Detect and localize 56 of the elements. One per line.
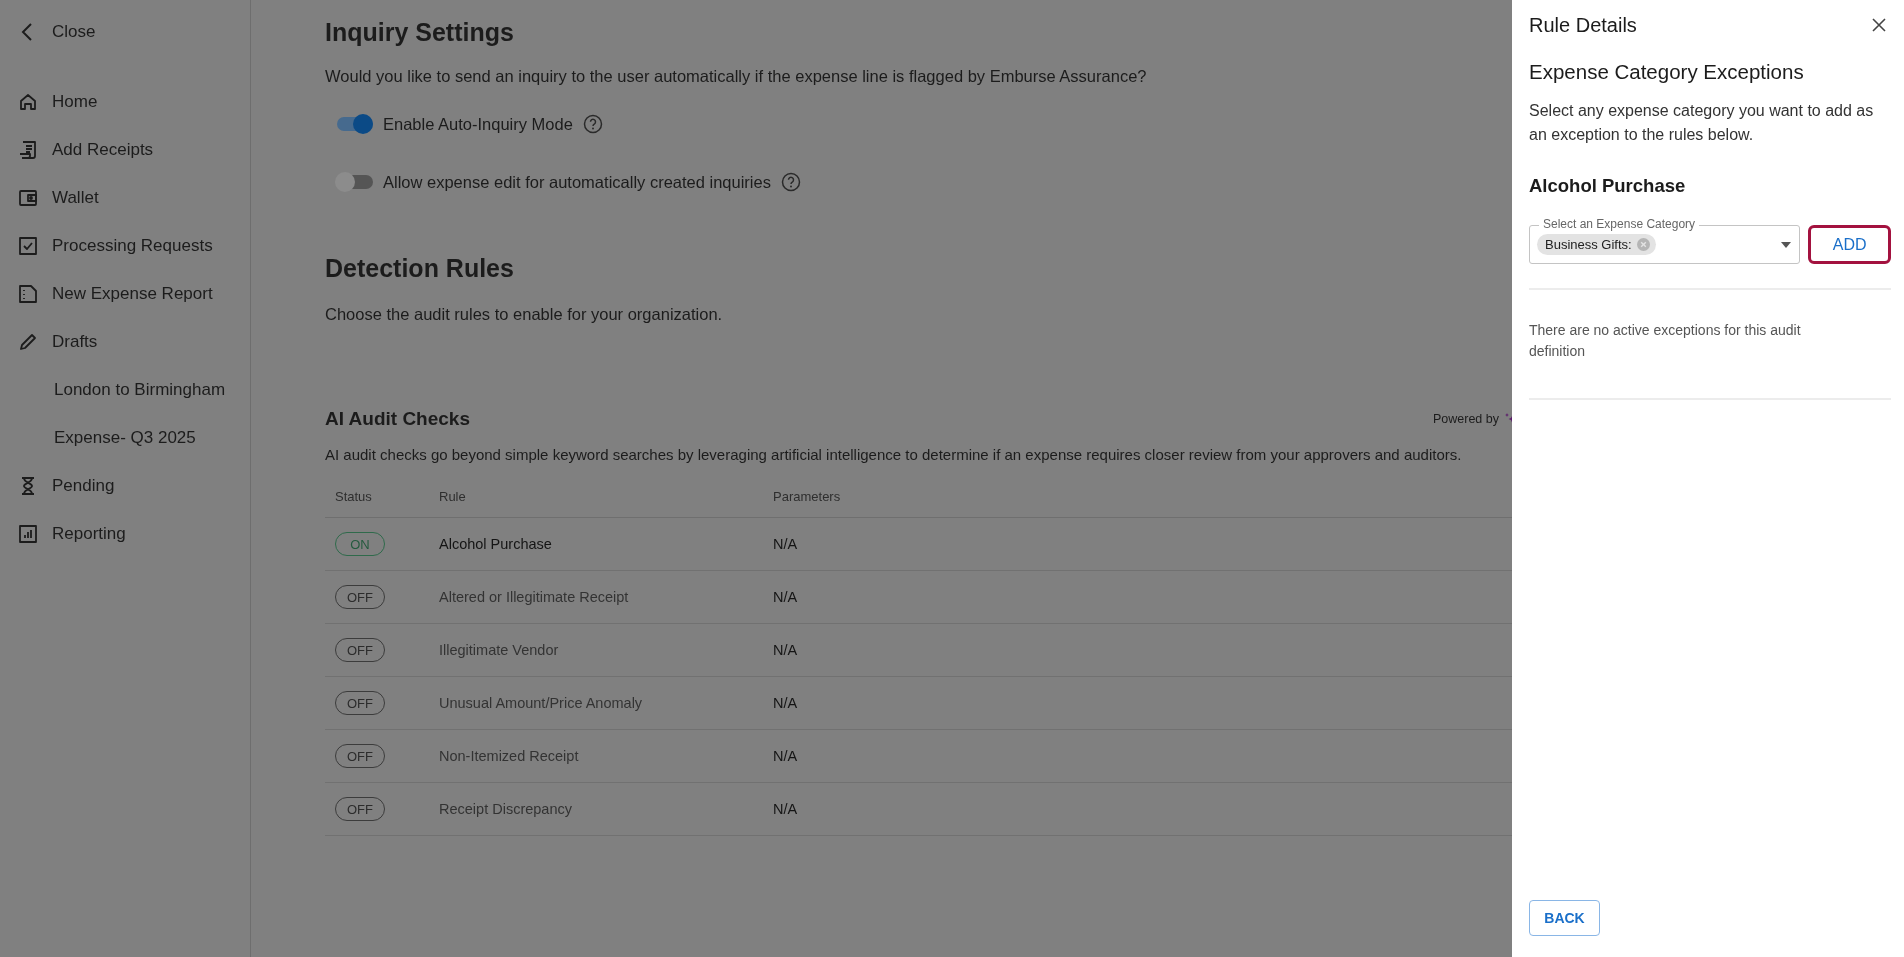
help-icon[interactable] (780, 172, 801, 192)
rule-name[interactable]: Receipt Discrepancy (439, 801, 773, 817)
wallet-icon (18, 188, 38, 208)
section-title: Detection Rules (325, 254, 515, 283)
dropdown-caret-icon[interactable] (1780, 241, 1793, 248)
subsection-title: AI Audit Checks (325, 408, 470, 430)
rule-title: Alcohol Purchase (1529, 175, 1687, 197)
parameters-cell-text: N/A (773, 642, 799, 658)
sidebar-item[interactable]: Reporting (52, 524, 126, 544)
sidebar-item[interactable]: Add Receipts (52, 140, 154, 160)
empty-message: There are no active exceptions for this audit definition (1529, 321, 1802, 361)
parameters-cell-text: N/A (773, 801, 799, 817)
rule-name[interactable]: Altered or Illegitimate Receipt (439, 589, 773, 605)
rule-name[interactable]: Alcohol Purchase (439, 536, 773, 552)
rule-name[interactable]: Illegitimate Vendor (439, 642, 773, 658)
column-header: Parameters (773, 488, 842, 504)
toggle-label: Enable Auto-Inquiry Mode (383, 114, 573, 134)
sidebar-subitem[interactable]: Expense- Q3 2025 (54, 428, 196, 448)
section-title: Inquiry Settings (325, 18, 515, 47)
drawer-title: Rule Details (1529, 13, 1637, 37)
sidebar-item[interactable]: Drafts (52, 332, 98, 352)
parameters-cell-text: N/A (773, 536, 799, 552)
section-description: Choose the audit rules to enable for your organization. (325, 305, 724, 324)
parameters-cell-text: N/A (773, 748, 799, 764)
drawer-heading: Expense Category Exceptions (1529, 60, 1805, 84)
sidebar-item[interactable]: Home (52, 92, 98, 112)
parameters-cell-text: N/A (773, 589, 799, 605)
checkbox-icon (18, 236, 38, 256)
toggle-switch[interactable] (337, 117, 373, 131)
drawer-description: Select any expense category you want to add as an exception to the rules below. (1529, 101, 1875, 145)
rule-name[interactable]: Non-Itemized Receipt (439, 748, 773, 764)
subsection-description: AI audit checks go beyond simple keyword searches by leveraging artificial intelligence to determine if an expense requires closer review from your approvers and auditors. (325, 446, 1463, 463)
chart-icon (18, 524, 38, 544)
category-chip[interactable]: Business Gifts: (1537, 234, 1656, 255)
category-select[interactable]: Select an Expense Category Business Gifts: (1529, 217, 1801, 264)
sidebar-subitem[interactable]: London to Birmingham (54, 380, 226, 400)
add-button[interactable]: ADD (1808, 225, 1891, 264)
sidebar-item[interactable]: Processing Requests (52, 236, 213, 256)
toggle-label: Allow expense edit for automatically created inquiries (383, 172, 771, 192)
sidebar-item[interactable]: New Expense Report (52, 284, 213, 304)
close-icon (1871, 17, 1887, 33)
parameters-cell-text: N/A (773, 695, 799, 711)
sidebar-item[interactable]: Pending (52, 476, 115, 496)
rule-name[interactable]: Unusual Amount/Price Anomaly (439, 695, 773, 711)
powered-by-label: Powered by (1433, 412, 1499, 426)
column-header: Rule (439, 488, 467, 504)
back-button[interactable]: BACK (1529, 900, 1600, 936)
column-header: Status (335, 488, 373, 504)
document-icon (18, 284, 38, 304)
help-icon[interactable] (582, 114, 603, 134)
home-icon (18, 92, 38, 112)
pencil-icon (18, 332, 38, 352)
toggle-switch[interactable] (337, 175, 373, 189)
section-description: Would you like to send an inquiry to the user automatically if the expense line is flagged by Emburse Assurance? (325, 67, 1148, 86)
sidebar-item[interactable]: Wallet (52, 188, 99, 208)
close-link[interactable]: Close (52, 22, 96, 42)
